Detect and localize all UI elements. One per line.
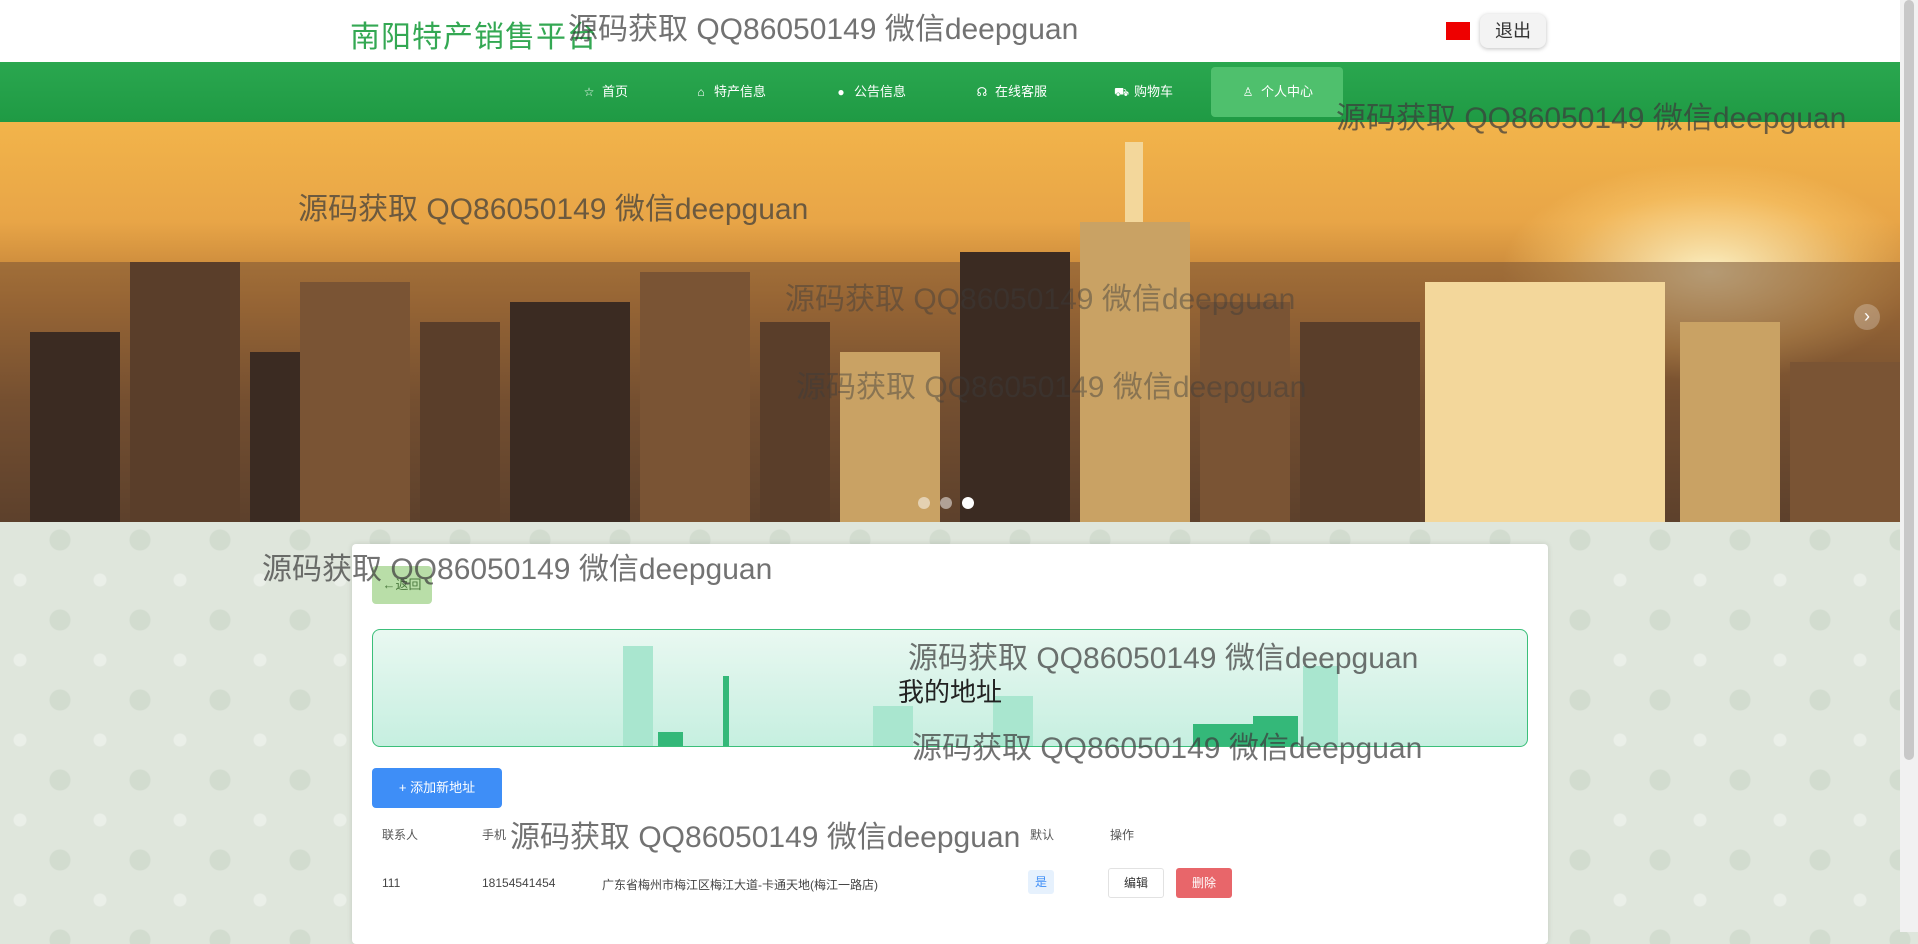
cart-icon: ⛟	[1114, 85, 1130, 99]
carousel-dot[interactable]	[940, 497, 952, 509]
scrollbar-thumb[interactable]	[1904, 0, 1914, 760]
column-header-default: 默认	[1030, 828, 1055, 842]
watermark: 源码获取 QQ86050149 微信deepguan	[568, 13, 1079, 46]
watermark: 源码获取 QQ86050149 微信deepguan	[262, 553, 773, 586]
watermark: 源码获取 QQ86050149 微信deepguan	[298, 193, 809, 226]
add-address-button[interactable]: + 添加新地址	[372, 768, 502, 808]
bag-icon: ⌂	[697, 85, 705, 99]
nav-item-personal-center[interactable]: ♙ 个人中心	[1211, 67, 1344, 117]
column-header-phone: 手机	[482, 828, 507, 842]
star-icon: ☆	[583, 85, 595, 99]
watermark: 源码获取 QQ86050149 微信deepguan	[796, 371, 1307, 404]
edit-button[interactable]: 编辑	[1108, 868, 1164, 898]
cell-phone: 18154541454	[482, 876, 556, 890]
page-title: 我的地址	[897, 677, 1002, 707]
headset-icon: ☊	[976, 85, 988, 99]
watermark: 源码获取 QQ86050149 微信deepguan	[785, 283, 1296, 316]
nav-item-home[interactable]: ☆ 首页	[582, 62, 628, 122]
cell-address: 广东省梅州市梅江区梅江大道-卡通天地(梅江一路店)	[602, 878, 878, 892]
logout-button[interactable]: 退出	[1480, 14, 1546, 48]
column-header-actions: 操作	[1110, 828, 1135, 842]
watermark: 源码获取 QQ86050149 微信deepguan	[912, 732, 1423, 765]
cell-contact: 111	[382, 876, 401, 890]
delete-button[interactable]: 删除	[1176, 868, 1232, 898]
site-title: 南阳特产销售平台	[350, 21, 598, 54]
watermark: 源码获取 QQ86050149 微信deepguan	[510, 821, 1021, 854]
hero-carousel: ›	[0, 122, 1900, 522]
watermark: 源码获取 QQ86050149 微信deepguan	[1336, 102, 1847, 135]
carousel-indicators	[918, 496, 984, 514]
user-icon: ♙	[1242, 85, 1254, 99]
watermark: 源码获取 QQ86050149 微信deepguan	[908, 642, 1419, 675]
nav-item-announcements[interactable]: ● 公告信息	[834, 62, 906, 122]
chevron-right-icon[interactable]: ›	[1854, 304, 1880, 330]
column-header-contact: 联系人	[382, 828, 419, 842]
nav-item-specialties[interactable]: ⌂ 特产信息	[694, 62, 766, 122]
carousel-dot-active[interactable]	[962, 497, 974, 509]
nav-item-cart[interactable]: ⛟ 购物车	[1114, 62, 1173, 122]
default-badge: 是	[1028, 870, 1054, 894]
carousel-dot[interactable]	[918, 497, 930, 509]
language-flag-icon[interactable]	[1446, 22, 1470, 40]
nav-item-customer-service[interactable]: ☊ 在线客服	[975, 62, 1047, 122]
info-icon: ●	[837, 85, 845, 99]
